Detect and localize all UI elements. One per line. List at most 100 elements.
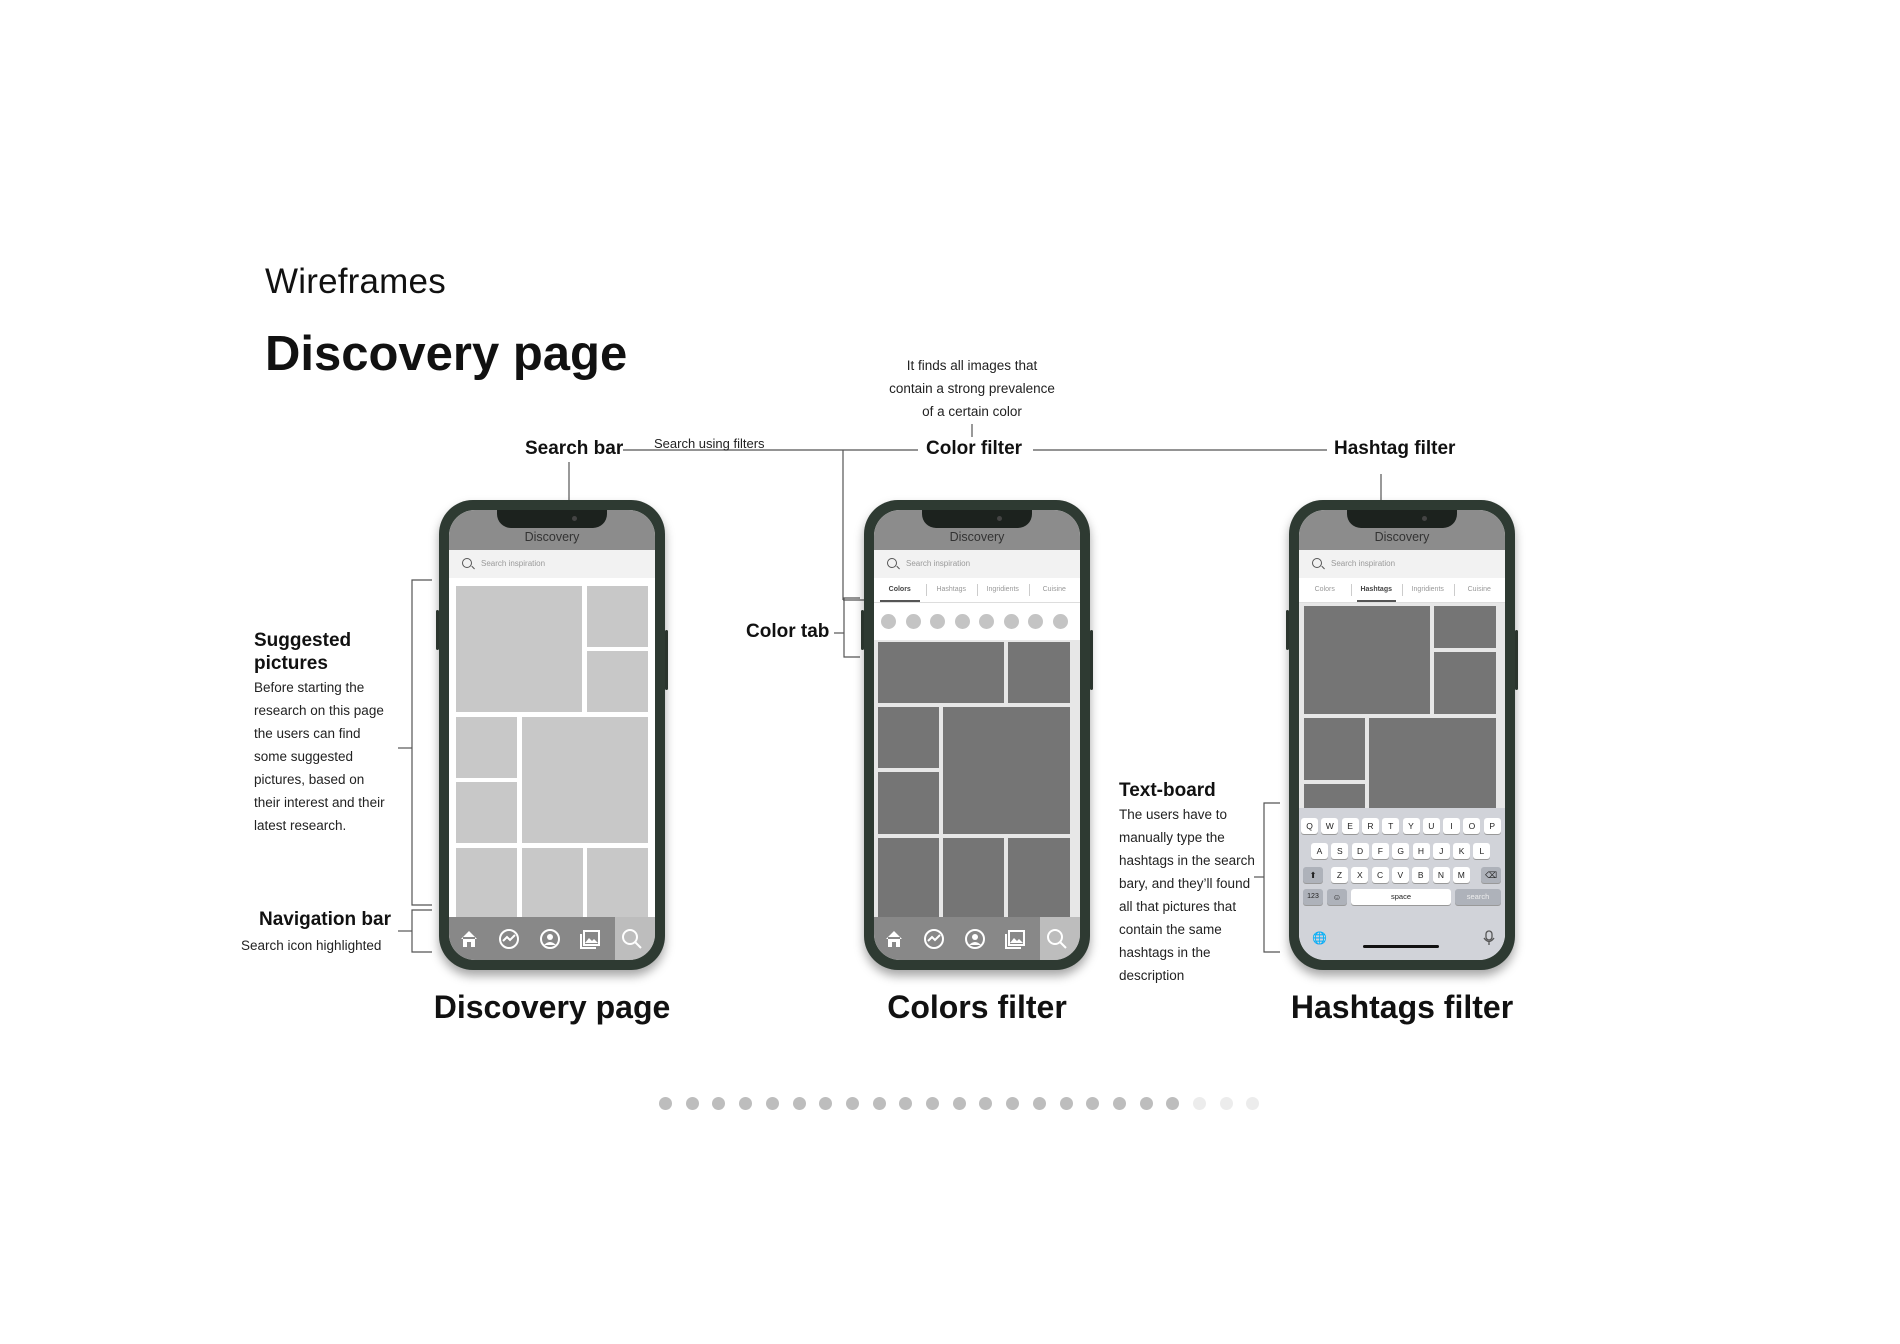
tab-colors[interactable]: Colors xyxy=(874,578,926,602)
picture-tile[interactable] xyxy=(456,717,517,778)
pagination-dot[interactable] xyxy=(1032,1097,1046,1110)
color-swatch[interactable] xyxy=(906,614,921,629)
tab-hashtags[interactable]: Hashtags xyxy=(1350,578,1403,602)
pagination-dot[interactable] xyxy=(1193,1097,1206,1110)
pagination-dot[interactable] xyxy=(1246,1097,1260,1110)
key-b[interactable]: B xyxy=(1412,867,1430,883)
pagination-dot[interactable] xyxy=(1139,1097,1153,1110)
picture-tile[interactable] xyxy=(1304,784,1365,808)
key-h[interactable]: H xyxy=(1412,843,1430,859)
picture-tile[interactable] xyxy=(1008,642,1070,703)
search-icon[interactable] xyxy=(621,928,643,950)
picture-tile[interactable] xyxy=(878,707,939,768)
key-a[interactable]: A xyxy=(1311,843,1328,859)
pagination-dot[interactable] xyxy=(979,1097,993,1110)
space-key[interactable]: space xyxy=(1351,889,1451,905)
key-o[interactable]: O xyxy=(1463,818,1481,834)
tab-colors[interactable]: Colors xyxy=(1299,578,1351,602)
pagination-dot[interactable] xyxy=(739,1097,753,1110)
picture-tile[interactable] xyxy=(878,642,1004,703)
profile-icon[interactable] xyxy=(964,928,986,950)
picture-tile[interactable] xyxy=(943,838,1004,917)
pagination-dot[interactable] xyxy=(872,1097,886,1110)
color-swatch[interactable] xyxy=(881,614,896,629)
picture-tile[interactable] xyxy=(1304,718,1365,780)
search-bar[interactable]: Search inspiration xyxy=(874,550,1080,579)
key-l[interactable]: L xyxy=(1473,843,1491,859)
key-u[interactable]: U xyxy=(1422,818,1440,834)
key-p[interactable]: P xyxy=(1483,818,1501,834)
key-c[interactable]: C xyxy=(1371,867,1389,883)
key-z[interactable]: Z xyxy=(1331,867,1348,883)
pagination-dot[interactable] xyxy=(1166,1097,1180,1110)
key-j[interactable]: J xyxy=(1432,843,1450,859)
picture-tile[interactable] xyxy=(1434,606,1496,648)
tab-ingredients[interactable]: Ingridients xyxy=(977,578,1029,602)
picture-tile[interactable] xyxy=(522,848,583,917)
pagination-dot[interactable] xyxy=(952,1097,966,1110)
key-g[interactable]: G xyxy=(1392,843,1410,859)
picture-tile[interactable] xyxy=(587,651,648,712)
key-m[interactable]: M xyxy=(1452,867,1470,883)
key-n[interactable]: N xyxy=(1432,867,1450,883)
picture-tile[interactable] xyxy=(1304,606,1430,714)
picture-tile[interactable] xyxy=(587,848,648,917)
shift-key[interactable]: ⬆ xyxy=(1303,867,1323,883)
picture-tile[interactable] xyxy=(522,717,648,843)
color-swatch[interactable] xyxy=(930,614,945,629)
search-key[interactable]: search xyxy=(1455,889,1501,905)
pagination-dot[interactable] xyxy=(1059,1097,1073,1110)
picture-tile[interactable] xyxy=(456,586,582,712)
emoji-key[interactable]: ☺ xyxy=(1327,889,1347,905)
gallery-icon[interactable] xyxy=(1004,928,1026,950)
picture-tile[interactable] xyxy=(943,707,1070,834)
key-r[interactable]: R xyxy=(1361,818,1379,834)
color-swatch[interactable] xyxy=(955,614,970,629)
key-t[interactable]: T xyxy=(1382,818,1400,834)
trending-icon[interactable] xyxy=(923,928,945,950)
pagination-dot[interactable] xyxy=(765,1097,779,1110)
color-swatch[interactable] xyxy=(979,614,994,629)
pagination-dot[interactable] xyxy=(819,1097,833,1110)
key-w[interactable]: W xyxy=(1321,818,1339,834)
key-y[interactable]: Y xyxy=(1402,818,1420,834)
key-s[interactable]: S xyxy=(1331,843,1349,859)
picture-tile[interactable] xyxy=(456,848,517,917)
pagination-dot[interactable] xyxy=(845,1097,859,1110)
key-x[interactable]: X xyxy=(1351,867,1369,883)
key-e[interactable]: E xyxy=(1341,818,1359,834)
key-d[interactable]: D xyxy=(1351,843,1369,859)
key-v[interactable]: V xyxy=(1391,867,1409,883)
key-q[interactable]: Q xyxy=(1301,818,1318,834)
picture-tile[interactable] xyxy=(456,782,517,843)
home-icon[interactable] xyxy=(458,928,480,950)
pagination-dot[interactable] xyxy=(659,1097,672,1110)
key-i[interactable]: I xyxy=(1443,818,1461,834)
tab-ingredients[interactable]: Ingridients xyxy=(1402,578,1454,602)
search-bar[interactable]: Search inspiration xyxy=(449,550,655,579)
pagination-dot[interactable] xyxy=(1219,1097,1233,1110)
globe-icon[interactable]: 🌐 xyxy=(1312,931,1327,945)
picture-tile[interactable] xyxy=(878,772,939,834)
pagination-dot[interactable] xyxy=(926,1097,939,1110)
picture-tile[interactable] xyxy=(1369,718,1496,808)
backspace-key[interactable]: ⌫ xyxy=(1481,867,1501,883)
gallery-icon[interactable] xyxy=(579,928,601,950)
picture-tile[interactable] xyxy=(587,586,648,647)
pagination-dot[interactable] xyxy=(1112,1097,1126,1110)
key-k[interactable]: K xyxy=(1453,843,1471,859)
key-f[interactable]: F xyxy=(1371,843,1389,859)
picture-tile[interactable] xyxy=(1434,652,1496,714)
picture-tile[interactable] xyxy=(878,838,939,917)
pagination-dot[interactable] xyxy=(1006,1097,1020,1110)
pagination-dot[interactable] xyxy=(685,1097,699,1110)
tab-cuisine[interactable]: Cuisine xyxy=(1453,578,1506,602)
pagination-dot[interactable] xyxy=(792,1097,806,1110)
tab-hashtags[interactable]: Hashtags xyxy=(925,578,978,602)
profile-icon[interactable] xyxy=(539,928,561,950)
search-bar[interactable]: Search inspiration xyxy=(1299,550,1505,579)
color-swatch[interactable] xyxy=(1004,614,1019,629)
color-swatch[interactable] xyxy=(1028,614,1043,629)
pagination-dot[interactable] xyxy=(712,1097,726,1110)
home-icon[interactable] xyxy=(883,928,905,950)
